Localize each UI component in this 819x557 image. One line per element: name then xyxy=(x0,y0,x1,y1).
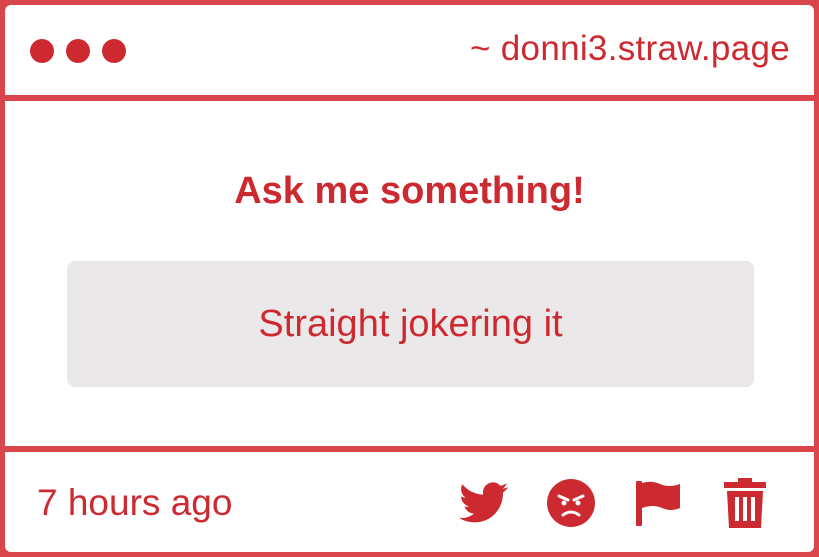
report-button[interactable] xyxy=(633,478,683,528)
action-icons xyxy=(459,478,770,528)
answer-text: Straight jokering it xyxy=(258,303,563,345)
window-dot xyxy=(30,39,54,63)
title-bar: ~ donni3.straw.page xyxy=(5,5,814,95)
twitter-icon xyxy=(459,482,509,523)
trash-icon xyxy=(724,478,766,528)
footer: 7 hours ago xyxy=(5,452,814,552)
angry-face-icon xyxy=(547,479,595,527)
divider xyxy=(5,95,814,101)
answer-box: Straight jokering it xyxy=(67,261,754,387)
window-dot xyxy=(66,39,90,63)
card: ~ donni3.straw.page Ask me something! St… xyxy=(5,5,814,552)
delete-button[interactable] xyxy=(720,478,770,528)
domain-label[interactable]: ~ donni3.straw.page xyxy=(470,29,790,69)
question-heading: Ask me something! xyxy=(234,170,585,212)
twitter-share-button[interactable] xyxy=(459,478,509,528)
window-dots xyxy=(30,39,126,63)
flag-icon xyxy=(636,481,680,526)
timestamp: 7 hours ago xyxy=(37,482,233,523)
angry-reaction-button[interactable] xyxy=(546,478,596,528)
window-dot xyxy=(102,39,126,63)
